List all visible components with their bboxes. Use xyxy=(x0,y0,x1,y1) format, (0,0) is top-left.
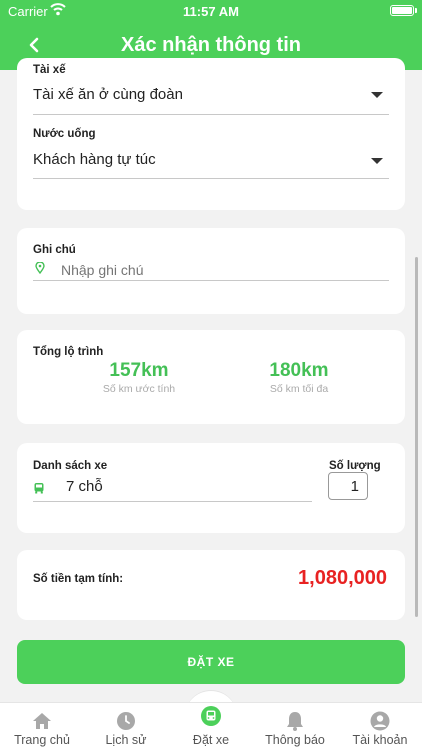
route-card: Tổng lộ trình 157km Số km ước tính 180km… xyxy=(17,330,405,424)
price-value: 1,080,000 xyxy=(298,567,387,589)
estimated-distance: 157km xyxy=(109,360,169,381)
estimated-distance-caption: Số km ước tính xyxy=(102,383,176,395)
tab-bar: Trang chủ Lịch sử Đặt xe Thông báo Tài k… xyxy=(0,702,422,750)
tab-label: Thông báo xyxy=(265,733,325,747)
battery-icon xyxy=(390,5,414,16)
bus-icon xyxy=(34,483,44,494)
tab-label: Tài khoản xyxy=(352,733,408,747)
maximum-distance-caption: Số km tối đa xyxy=(269,383,329,395)
tab-home[interactable]: Trang chủ xyxy=(0,703,84,750)
location-pin-icon xyxy=(35,262,45,274)
note-label: Ghi chú xyxy=(33,244,76,256)
water-value: Khách hàng tự túc xyxy=(33,151,156,168)
divider xyxy=(33,114,389,115)
battery-tip xyxy=(415,8,417,13)
tab-label: Đặt xe xyxy=(192,733,230,747)
options-card: Tài xế Tài xế ăn ở cùng đoàn Nước uống K… xyxy=(17,58,405,210)
tab-label: Trang chủ xyxy=(14,733,70,747)
driver-label: Tài xế xyxy=(33,64,66,76)
note-card: Ghi chú xyxy=(17,228,405,314)
home-icon xyxy=(33,713,51,729)
user-icon xyxy=(370,711,390,731)
divider xyxy=(33,280,389,281)
divider xyxy=(33,501,312,502)
clock-label: 11:57 AM xyxy=(183,4,239,19)
driver-select[interactable]: Tài xế ăn ở cùng đoàn xyxy=(17,82,405,112)
status-bar: Carrier 11:57 AM xyxy=(0,0,422,22)
vehicle-select[interactable]: 7 chỗ xyxy=(17,475,317,501)
route-label: Tổng lộ trình xyxy=(33,346,104,358)
scrollbar[interactable] xyxy=(415,257,418,617)
tab-booking[interactable]: Đặt xe xyxy=(169,703,253,750)
quantity-input[interactable]: 1 xyxy=(328,472,368,500)
quantity-label: Số lượng xyxy=(329,460,381,472)
vehicle-card: Danh sách xe Số lượng 7 chỗ 1 xyxy=(17,443,405,533)
water-label: Nước uống xyxy=(33,128,96,140)
divider xyxy=(33,178,389,179)
tab-account[interactable]: Tài khoản xyxy=(338,703,422,750)
page-title: Xác nhận thông tin xyxy=(121,34,301,56)
price-label: Số tiền tạm tính: xyxy=(33,573,124,585)
tab-label: Lịch sử xyxy=(105,733,147,747)
water-select[interactable]: Khách hàng tự túc xyxy=(17,146,405,176)
driver-value: Tài xế ăn ở cùng đoàn xyxy=(33,86,183,103)
note-input[interactable] xyxy=(61,260,381,280)
chevron-down-icon xyxy=(371,158,383,164)
vehicle-list-label: Danh sách xe xyxy=(33,460,108,472)
bell-icon xyxy=(287,712,303,731)
vehicle-value: 7 chỗ xyxy=(66,478,103,495)
maximum-distance: 180km xyxy=(269,360,329,381)
tab-notifications[interactable]: Thông báo xyxy=(253,703,337,750)
bus-icon xyxy=(201,706,221,726)
chevron-down-icon xyxy=(371,92,383,98)
book-button[interactable]: ĐẶT XE xyxy=(17,640,405,684)
clock-icon xyxy=(117,712,135,730)
price-card: Số tiền tạm tính: 1,080,000 xyxy=(17,550,405,620)
tab-history[interactable]: Lịch sử xyxy=(84,703,168,750)
